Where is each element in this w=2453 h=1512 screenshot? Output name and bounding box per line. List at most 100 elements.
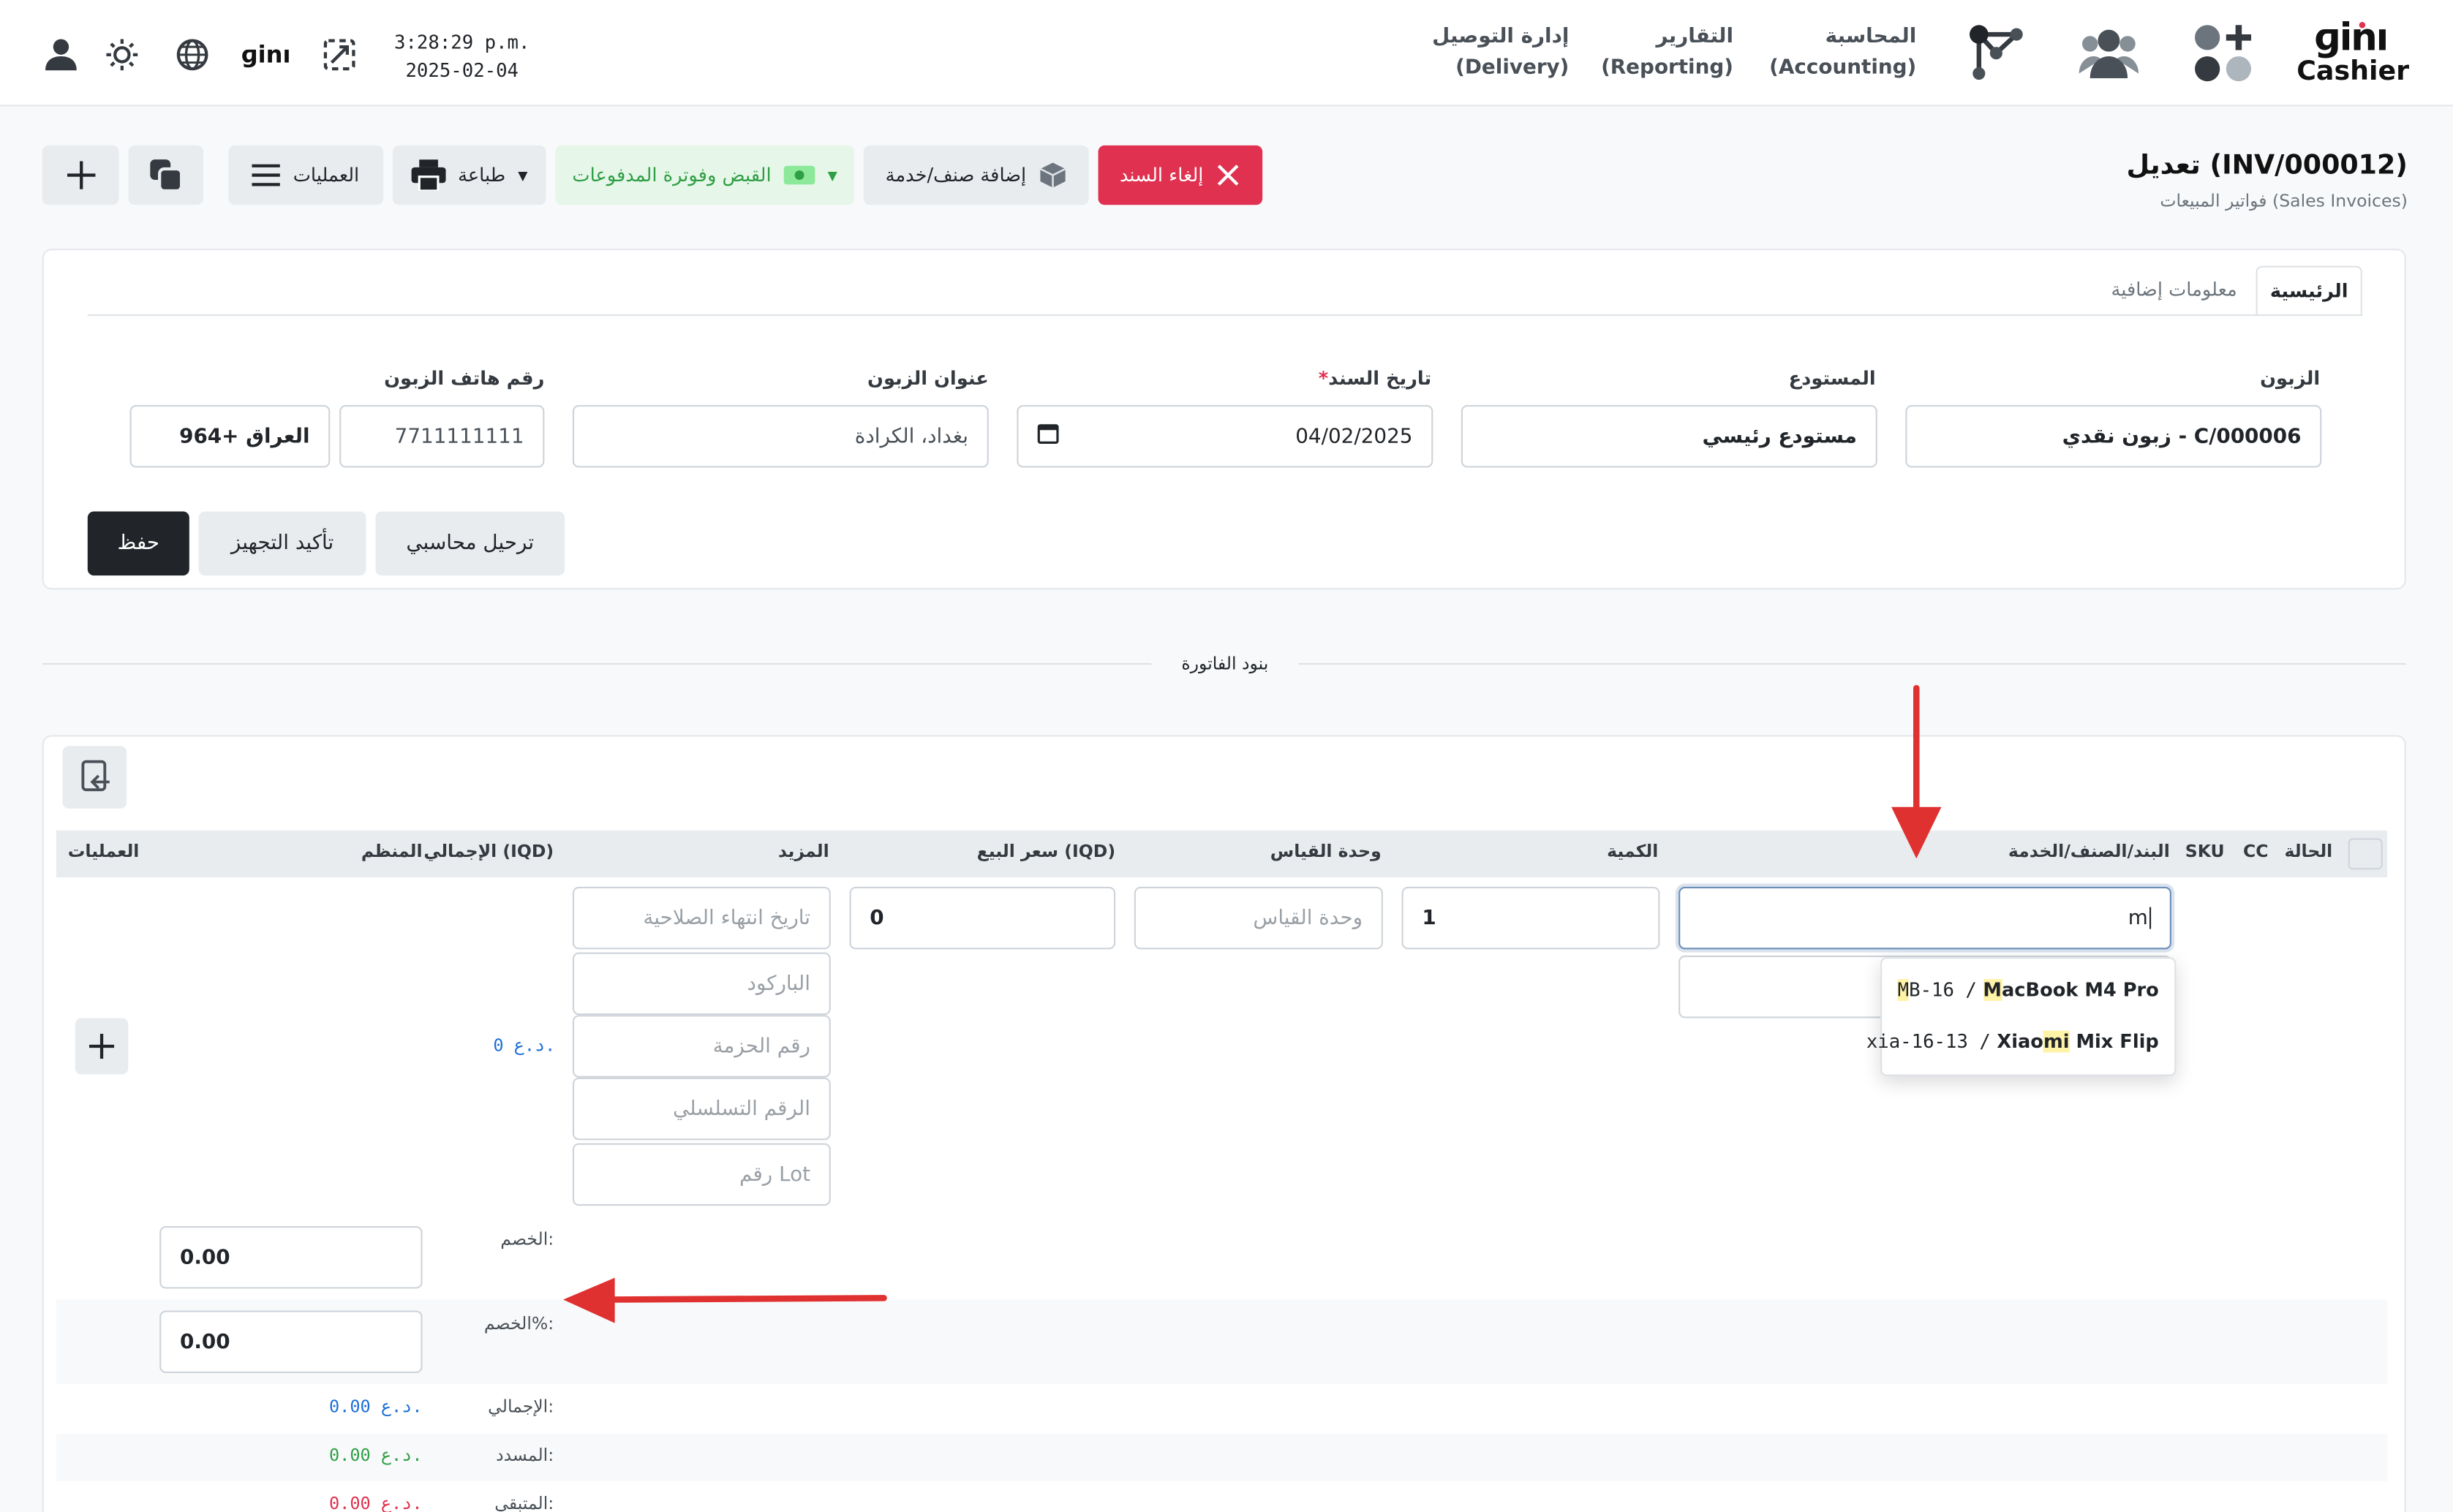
- grand-total-value: 0.00 د.ع.: [328, 1396, 423, 1417]
- quantity-value: 1: [1422, 906, 1436, 930]
- text-cursor: [2149, 907, 2152, 929]
- item-search-value: m: [2128, 906, 2148, 930]
- cancel-document-label: إلغاء السند: [1119, 164, 1204, 186]
- select-all-checkbox[interactable]: [2348, 838, 2383, 870]
- customer-address-input[interactable]: بغداد، الكرادة: [572, 405, 989, 468]
- expand-icon[interactable]: [317, 34, 361, 75]
- paid-label: المسدد:: [496, 1445, 554, 1466]
- add-item-button[interactable]: إضافة صنف/خدمة: [863, 145, 1089, 205]
- col-cc: CC: [2242, 841, 2269, 862]
- accounting-post-button[interactable]: ترحيل محاسبي: [375, 511, 565, 576]
- receipt-payment-label: القبض وفوترة المدفوعات: [572, 164, 772, 186]
- col-operations: العمليات: [67, 841, 140, 862]
- brand-logo-accent: [2359, 21, 2366, 29]
- brand-cashier-text: Cashier: [2296, 56, 2410, 88]
- col-quantity: الكمية: [1607, 841, 1659, 862]
- warehouse-value: مستودع رئيسي: [1702, 424, 1857, 448]
- clock-date: 2025-02-04: [405, 59, 519, 82]
- country-code-value: العراق +964: [179, 424, 310, 448]
- discount-percent-input[interactable]: 0.00: [159, 1310, 423, 1374]
- discount-input[interactable]: 0.00: [159, 1225, 423, 1289]
- nav-delivery-en: (Delivery): [1455, 56, 1570, 80]
- col-sku: SKU: [2185, 841, 2225, 862]
- tab-main[interactable]: الرئيسية: [2256, 265, 2362, 317]
- row-total: 0 د.ع.: [493, 1035, 556, 1056]
- user-icon[interactable]: [41, 34, 82, 75]
- option-code: xia-16-13 /: [1866, 1029, 1991, 1052]
- confirm-preparation-label: تأكيد التجهيز: [230, 532, 334, 556]
- col-total: الإجمالي (IQD): [423, 841, 554, 862]
- add-row-button[interactable]: [75, 1018, 129, 1075]
- warehouse-select[interactable]: مستودع رئيسي: [1461, 405, 1877, 468]
- menu-lines-icon: [252, 164, 281, 186]
- sun-icon[interactable]: [102, 34, 143, 75]
- tabs-divider: [87, 314, 2362, 317]
- required-mark: *: [1318, 367, 1329, 390]
- col-organizer: المنظم: [361, 841, 423, 862]
- calendar-icon[interactable]: [1037, 423, 1059, 451]
- customer-value: زبون نقدي - C/000006: [2062, 424, 2302, 448]
- users-icon[interactable]: [2073, 22, 2144, 85]
- globe-icon[interactable]: [172, 34, 213, 75]
- duplicate-button[interactable]: [128, 145, 204, 205]
- phone-number-input[interactable]: 7711111111: [339, 405, 545, 468]
- quantity-input[interactable]: 1: [1401, 886, 1660, 950]
- sale-price-input[interactable]: 0: [849, 886, 1116, 950]
- paid-value: 0.00 د.ع.: [328, 1445, 423, 1466]
- country-code-select[interactable]: العراق +964: [129, 405, 331, 468]
- invoice-lines-title: بنود الفاتورة: [1151, 650, 1299, 678]
- operations-menu-button[interactable]: العمليات: [228, 145, 384, 205]
- plus-icon: [66, 161, 95, 189]
- uom-placeholder: وحدة القياس: [1253, 906, 1363, 930]
- brand-logo-mark: ɡinı: [2314, 15, 2389, 60]
- brand-mini-logo[interactable]: ɡinı: [238, 34, 294, 75]
- package-number-placeholder: رقم الحزمة: [712, 1034, 811, 1059]
- lot-number-input[interactable]: رقم Lot: [572, 1143, 831, 1206]
- customer-select[interactable]: زبون نقدي - C/000006: [1905, 405, 2322, 468]
- col-more: المزيد: [777, 841, 829, 862]
- clock-time: 3:28:29 p.m.: [394, 31, 530, 53]
- print-button[interactable]: طباعة ▼: [392, 145, 546, 205]
- import-lines-button[interactable]: [62, 746, 127, 809]
- print-label: طباعة: [458, 164, 506, 186]
- page-subtitle: فواتير المبيعات (Sales Invoices): [2160, 190, 2408, 211]
- expiry-date-placeholder: تاريخ انتهاء الصلاحية: [643, 906, 811, 930]
- save-button[interactable]: حفظ: [87, 511, 189, 576]
- customer-address-label: عنوان الزبون: [867, 367, 989, 390]
- confirm-preparation-button[interactable]: تأكيد التجهيز: [198, 511, 366, 576]
- customer-label: الزبون: [2260, 367, 2321, 390]
- tab-additional-info[interactable]: معلومات إضافية: [2111, 266, 2237, 316]
- option-name: Xiaomi Mix Flip: [1997, 1029, 2159, 1052]
- apps-icon[interactable]: [2187, 19, 2258, 88]
- cancel-document-button[interactable]: إلغاء السند: [1098, 145, 1263, 205]
- discount-value: 0.00: [179, 1245, 230, 1269]
- grand-total-label: الإجمالي:: [488, 1396, 554, 1417]
- nav-delivery[interactable]: إدارة التوصيل (Delivery): [1432, 22, 1569, 85]
- package-number-input[interactable]: رقم الحزمة: [572, 1015, 831, 1078]
- document-date-value: 04/02/2025: [1295, 424, 1413, 448]
- network-icon[interactable]: [1962, 19, 2030, 88]
- col-sale-price: سعر البيع (IQD): [976, 841, 1116, 862]
- phone-number-value: 7711111111: [394, 424, 524, 448]
- dropdown-option-macbook[interactable]: MB-16 / MacBook M4 Pro: [1882, 964, 2174, 1016]
- uom-input[interactable]: وحدة القياس: [1134, 886, 1383, 950]
- receipt-payment-button[interactable]: القبض وفوترة المدفوعات ▼: [555, 145, 854, 205]
- warehouse-label: المستودع: [1788, 367, 1876, 390]
- expiry-date-input[interactable]: تاريخ انتهاء الصلاحية: [572, 886, 831, 950]
- discount-label: الخصم:: [500, 1229, 554, 1250]
- operations-label: العمليات: [293, 164, 360, 186]
- nav-accounting[interactable]: المحاسبة (Accounting): [1769, 22, 1916, 85]
- nav-reporting[interactable]: التقارير (Reporting): [1601, 22, 1733, 85]
- discount-percent-value: 0.00: [179, 1330, 230, 1354]
- barcode-placeholder: الباركود: [747, 972, 811, 996]
- dropdown-option-xiaomi[interactable]: xia-16-13 / Xiaomi Mix Flip: [1866, 1015, 2174, 1067]
- option-name: MacBook M4 Pro: [1983, 978, 2159, 1000]
- serial-number-input[interactable]: الرقم التسلسلي: [572, 1077, 831, 1141]
- document-date-label-text: تاريخ السند: [1328, 367, 1432, 390]
- new-document-button[interactable]: [42, 145, 119, 205]
- item-search-input[interactable]: m: [1678, 886, 2171, 950]
- barcode-input[interactable]: الباركود: [572, 952, 831, 1016]
- document-date-label: *تاريخ السند: [1319, 368, 1431, 390]
- brand-logo[interactable]: ɡinı Cashier: [2296, 12, 2409, 91]
- document-date-input[interactable]: 04/02/2025: [1017, 405, 1433, 468]
